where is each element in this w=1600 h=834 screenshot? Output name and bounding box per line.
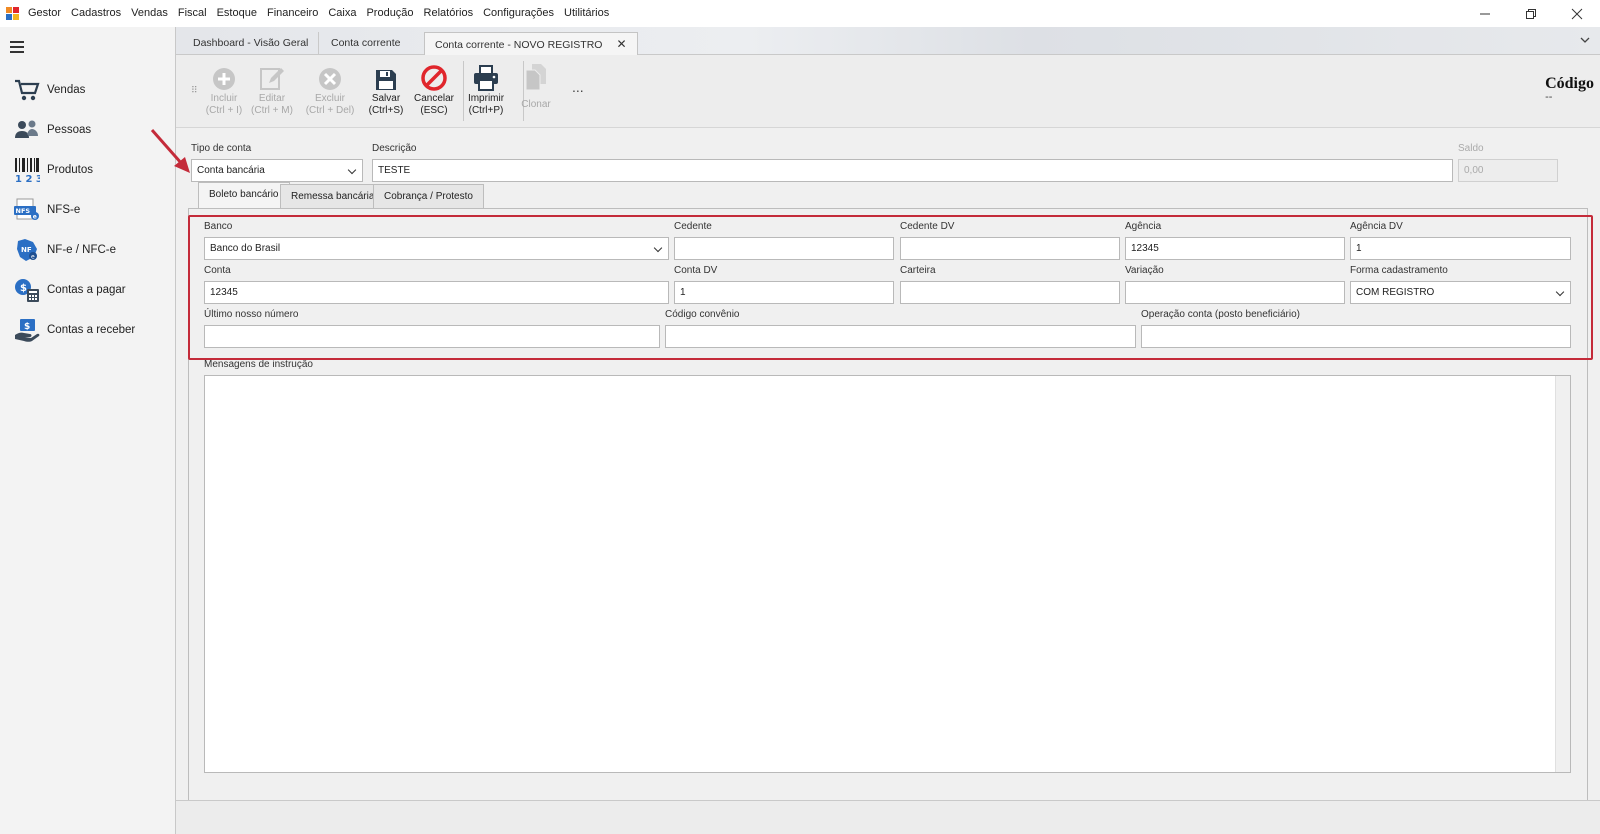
shopping-cart-icon (13, 76, 41, 104)
nfe-icon: NF e (13, 236, 41, 264)
menu-relatorios[interactable]: Relatórios (419, 0, 479, 27)
menu-caixa[interactable]: Caixa (323, 0, 361, 27)
menu-estoque[interactable]: Estoque (212, 0, 262, 27)
menu-items: Gestor Cadastros Vendas Fiscal Estoque F… (23, 0, 614, 27)
tab-remessa-bancaria[interactable]: Remessa bancária (280, 184, 386, 208)
sidebar-item-label: NF-e / NFC-e (47, 244, 116, 256)
document-tabs: Dashboard - Visão Geral Conta corrente C… (176, 27, 1600, 55)
svg-text:e: e (31, 254, 35, 261)
menubar: Gestor Cadastros Vendas Fiscal Estoque F… (0, 0, 1600, 27)
tab-conta-corrente[interactable]: Conta corrente (321, 32, 410, 55)
highlight-box (188, 215, 1593, 360)
bills-payable-icon: $ (13, 276, 41, 304)
svg-text:NFS: NFS (16, 207, 31, 215)
tab-label: Remessa bancária (291, 191, 375, 202)
mensagens-textarea[interactable] (204, 375, 1571, 773)
cancel-icon (421, 63, 447, 91)
menu-producao[interactable]: Produção (361, 0, 418, 27)
mensagens-label: Mensagens de instrução (204, 359, 313, 370)
menu-financeiro[interactable]: Financeiro (262, 0, 323, 27)
sidebar-item-label: Pessoas (47, 124, 92, 136)
svg-text:1 2 3: 1 2 3 (15, 174, 40, 183)
tab-cobranca-protesto[interactable]: Cobrança / Protesto (373, 184, 484, 208)
sidebar-item-contas-pagar[interactable]: $ Contas a pagar (0, 271, 175, 309)
svg-text:$: $ (20, 283, 27, 294)
svg-text:e: e (33, 214, 37, 221)
delete-icon (318, 63, 342, 91)
people-icon (13, 116, 41, 144)
sidebar-item-label: Vendas (47, 84, 86, 96)
clonar-button[interactable]: Clonar (508, 63, 564, 111)
saldo-value: 0,00 (1464, 165, 1484, 176)
sidebar-item-nfe-nfce[interactable]: NF e NF-e / NFC-e (0, 231, 175, 269)
sidebar-item-label: NFS-e (47, 204, 81, 216)
tipo-conta-label: Tipo de conta (191, 143, 252, 154)
cancelar-button[interactable]: Cancelar (ESC) (406, 63, 462, 117)
status-bar (176, 800, 1600, 834)
code-display: Código -- (1545, 75, 1594, 103)
copy-icon (524, 63, 548, 91)
toolbar: ⠿ Incluir (Ctrl + I) Editar (Ctrl + M) E… (176, 55, 1600, 128)
tab-label: Conta corrente - NOVO REGISTRO (435, 39, 603, 51)
barcode-icon: 1 2 3 (13, 156, 41, 184)
tab-label: Conta corrente (331, 37, 401, 49)
close-icon[interactable] (1554, 0, 1600, 27)
save-icon (375, 63, 397, 91)
menu-vendas[interactable]: Vendas (126, 0, 173, 27)
sidebar-item-label: Contas a receber (47, 324, 136, 336)
descricao-label: Descrição (372, 143, 417, 154)
restore-icon[interactable] (1508, 0, 1554, 27)
annotation-arrow-icon (150, 129, 190, 173)
imprimir-label: Imprimir (Ctrl+P) (467, 93, 505, 116)
code-title: Código (1545, 75, 1594, 92)
tab-boleto-bancario[interactable]: Boleto bancário (198, 182, 290, 208)
menu-cadastros[interactable]: Cadastros (66, 0, 126, 27)
excluir-button[interactable]: Excluir (Ctrl + Del) (302, 63, 358, 117)
editar-button[interactable]: Editar (Ctrl + M) (244, 63, 300, 117)
menu-gestor[interactable]: Gestor (23, 0, 66, 27)
sidebar-item-contas-receber[interactable]: $ Contas a receber (0, 311, 175, 349)
tab-close-icon[interactable]: ✕ (616, 37, 626, 51)
salvar-label: Salvar (Ctrl+S) (368, 93, 404, 116)
sidebar-item-nfse[interactable]: NFS e NFS-e (0, 191, 175, 229)
hamburger-menu-icon[interactable] (10, 41, 24, 56)
tab-conta-corrente-novo-registro[interactable]: Conta corrente - NOVO REGISTRO ✕ (424, 32, 638, 55)
window-controls (1462, 0, 1600, 27)
editar-label: Editar (Ctrl + M) (251, 93, 293, 116)
descricao-input[interactable]: TESTE (372, 159, 1453, 182)
chevron-down-icon (347, 165, 357, 175)
menu-utilitarios[interactable]: Utilitários (559, 0, 614, 27)
tab-dashboard[interactable]: Dashboard - Visão Geral (183, 32, 320, 55)
tipo-conta-select[interactable]: Conta bancária (191, 159, 363, 182)
edit-icon (259, 63, 285, 91)
clonar-label: Clonar (521, 99, 551, 110)
scrollbar[interactable] (1555, 376, 1570, 772)
tab-label: Cobrança / Protesto (384, 191, 473, 202)
svg-text:$: $ (24, 322, 30, 332)
minimize-icon[interactable] (1462, 0, 1508, 27)
saldo-input: 0,00 (1458, 159, 1558, 182)
bills-receivable-icon: $ (13, 316, 41, 344)
tipo-conta-value: Conta bancária (197, 165, 265, 176)
saldo-label: Saldo (1458, 143, 1484, 154)
tab-label: Boleto bancário (209, 189, 279, 200)
descricao-value: TESTE (378, 165, 411, 176)
incluir-label: Incluir (Ctrl + I) (205, 93, 243, 116)
add-icon (212, 63, 236, 91)
cancelar-label: Cancelar (ESC) (413, 93, 455, 116)
tab-label: Dashboard - Visão Geral (193, 37, 309, 49)
chevron-down-icon[interactable] (1580, 33, 1590, 47)
excluir-label: Excluir (Ctrl + Del) (305, 93, 355, 116)
menu-fiscal[interactable]: Fiscal (173, 0, 212, 27)
nfse-icon: NFS e (13, 196, 41, 224)
more-options-icon[interactable]: ... (572, 79, 584, 95)
app-logo-icon (6, 6, 20, 21)
imprimir-button[interactable]: Imprimir (Ctrl+P) (458, 63, 514, 117)
menu-configuracoes[interactable]: Configurações (478, 0, 559, 27)
sidebar-item-label: Produtos (47, 164, 94, 176)
sidebar-item-vendas[interactable]: Vendas (0, 71, 175, 109)
printer-icon (473, 63, 499, 91)
sidebar-item-label: Contas a pagar (47, 284, 126, 296)
